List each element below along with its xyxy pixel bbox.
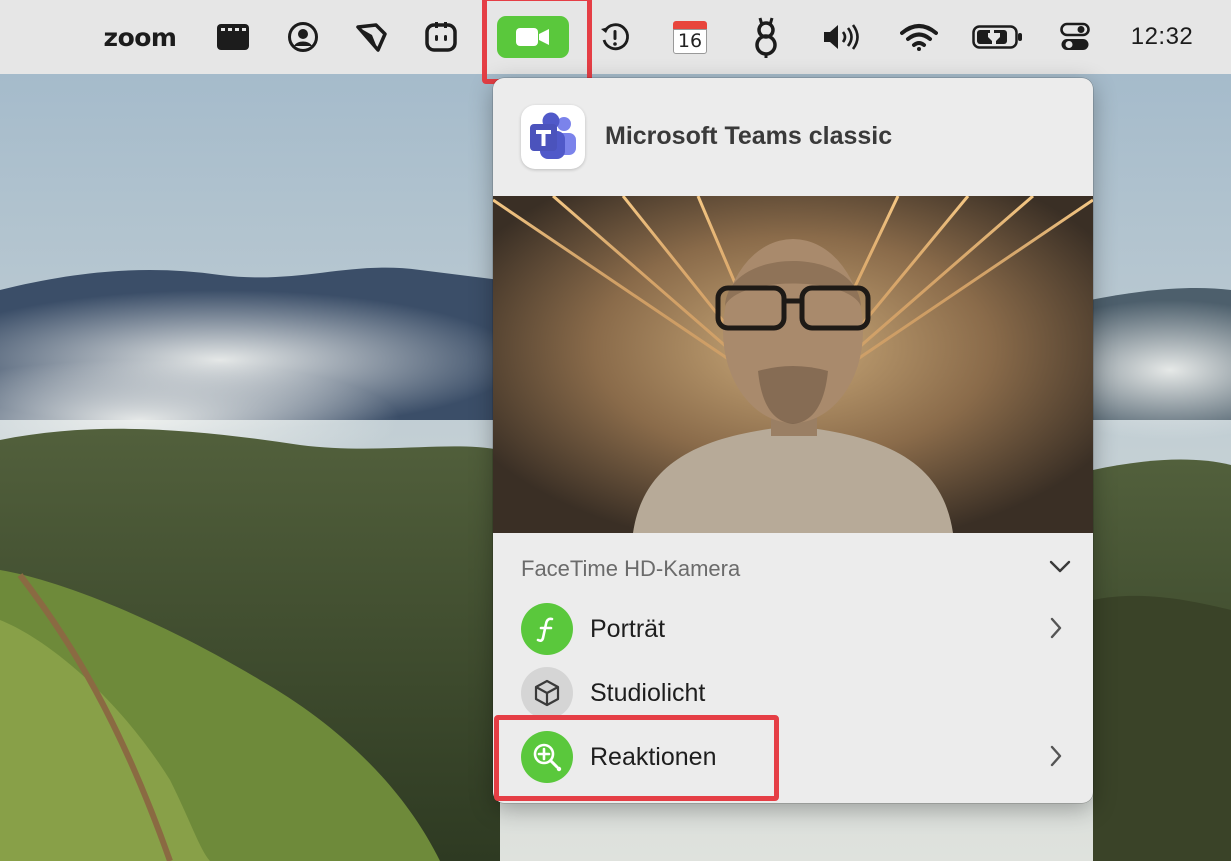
calendar-icon: 16 xyxy=(673,21,707,54)
cat-tool-icon xyxy=(755,17,777,58)
volume-icon xyxy=(824,24,859,50)
robot-menu-item[interactable] xyxy=(420,0,462,74)
portrait-f-icon xyxy=(521,603,573,655)
battery-charging-icon xyxy=(972,25,1022,49)
clapperboard-menu-item[interactable] xyxy=(212,0,254,74)
chevron-right-icon xyxy=(1050,745,1062,767)
zoom-label: zoom xyxy=(103,22,177,52)
wifi-icon xyxy=(900,24,938,51)
menu-bar: zoom 16 12:32 xyxy=(0,0,1231,74)
battery-menu-item[interactable] xyxy=(970,0,1026,74)
control-center-menu-item[interactable] xyxy=(1054,0,1096,74)
cat-tool-menu-item[interactable] xyxy=(745,0,787,74)
video-camera-icon xyxy=(516,28,549,46)
ruler-tool-icon xyxy=(356,23,387,52)
camera-preview xyxy=(493,196,1093,533)
person-circle-icon xyxy=(288,22,318,52)
reactions-label: Reaktionen xyxy=(590,743,717,771)
studio-light-label: Studiolicht xyxy=(590,679,706,707)
clock-time: 12:32 xyxy=(1130,23,1194,50)
camera-name: FaceTime HD-Kamera xyxy=(521,556,741,581)
reactions-magnifier-icon xyxy=(521,731,573,783)
camera-active-pill xyxy=(497,16,569,58)
camera-selector[interactable]: FaceTime HD-Kamera xyxy=(521,556,1071,586)
wifi-menu-item[interactable] xyxy=(897,0,941,74)
time-machine-icon xyxy=(601,23,629,51)
zoom-menu-item[interactable]: zoom xyxy=(94,0,186,74)
portrait-option[interactable]: Porträt xyxy=(493,598,1093,660)
camera-preview-image xyxy=(493,196,1093,533)
chevron-down-icon xyxy=(1049,560,1071,573)
reactions-option[interactable]: Reaktionen xyxy=(493,726,1093,788)
calendar-day: 16 xyxy=(673,29,707,54)
camera-status-menu-item[interactable] xyxy=(497,0,569,74)
chevron-right-icon xyxy=(1050,617,1062,639)
teams-logo-icon xyxy=(530,112,576,159)
studio-light-option[interactable]: Studiolicht xyxy=(493,662,1093,724)
clock-menu-item[interactable]: 12:32 xyxy=(1120,0,1204,74)
teams-app-icon xyxy=(521,105,585,169)
robot-face-icon xyxy=(425,22,457,52)
portrait-label: Porträt xyxy=(590,615,666,643)
app-name: Microsoft Teams classic xyxy=(605,122,893,150)
clapperboard-icon xyxy=(217,24,249,50)
cube-icon xyxy=(521,667,573,719)
control-center-icon xyxy=(1060,22,1090,50)
volume-menu-item[interactable] xyxy=(818,0,866,74)
time-machine-menu-item[interactable] xyxy=(594,0,636,74)
calendar-menu-item[interactable]: 16 xyxy=(669,0,711,74)
camera-popover: Microsoft Teams classic FaceTime HD-Kame… xyxy=(493,78,1093,803)
person-menu-item[interactable] xyxy=(282,0,324,74)
ruler-menu-item[interactable] xyxy=(350,0,392,74)
popover-header: Microsoft Teams classic xyxy=(493,78,1093,196)
